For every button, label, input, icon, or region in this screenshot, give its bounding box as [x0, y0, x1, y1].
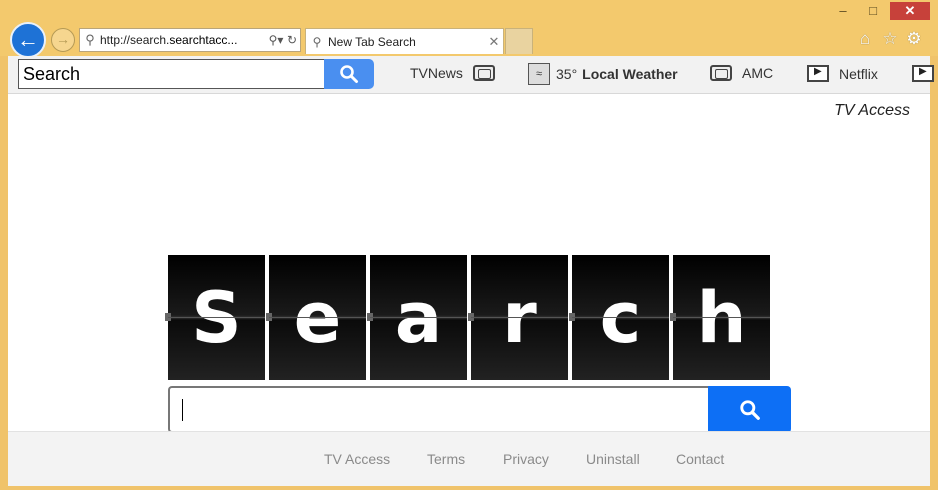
- film-icon: [807, 65, 829, 82]
- close-window-button[interactable]: ✕: [890, 2, 930, 20]
- minimize-button[interactable]: –: [830, 2, 856, 20]
- toolbar-item-tvnews[interactable]: TVNews: [410, 65, 495, 81]
- logo-tile: a: [367, 255, 467, 380]
- footer-link-privacy[interactable]: Privacy: [503, 451, 549, 467]
- new-tab-button[interactable]: [505, 28, 533, 54]
- search-icon: [739, 399, 760, 420]
- weather-icon: ≈: [528, 63, 550, 85]
- toolbar-item-overflow[interactable]: [912, 65, 934, 82]
- tab-new-tab-search[interactable]: ⚲ New Tab Search ✕: [305, 28, 504, 54]
- text-caret: [182, 398, 183, 421]
- toolbar-item-local-weather[interactable]: ≈ 35° Local Weather: [528, 63, 678, 85]
- search-icon: [340, 65, 358, 83]
- film-icon: [912, 65, 934, 82]
- main-search-button[interactable]: [708, 386, 791, 433]
- brand-label: TV Access: [834, 102, 910, 119]
- main-search-input[interactable]: [168, 386, 708, 433]
- search-dropdown-icon[interactable]: ⚲▾: [268, 33, 284, 47]
- refresh-icon[interactable]: ↻: [284, 33, 300, 47]
- maximize-button[interactable]: □: [860, 2, 886, 20]
- footer-link-tv-access[interactable]: TV Access: [324, 451, 390, 467]
- weather-label: Local Weather: [582, 66, 678, 82]
- logo-tile: S: [165, 255, 265, 380]
- toolbar-item-netflix[interactable]: Netflix: [807, 65, 878, 82]
- tvnews-label: TVNews: [410, 65, 463, 81]
- page-content: Search TVNews ≈ 35° Local Weather AMC Ne…: [8, 56, 934, 486]
- footer: TV Access Terms Privacy Uninstall Contac…: [8, 431, 930, 486]
- toolbar-item-amc[interactable]: AMC: [710, 65, 773, 81]
- amc-label: AMC: [742, 65, 774, 81]
- home-icon[interactable]: ⌂: [855, 29, 875, 49]
- arrow-left-icon: ←: [17, 27, 39, 52]
- footer-link-terms[interactable]: Terms: [427, 451, 465, 467]
- address-url[interactable]: http://search.searchtacc...: [100, 33, 268, 47]
- tv-icon: [472, 65, 495, 81]
- browser-chrome: – □ ✕ ← → ⚲ http://search.searchtacc... …: [0, 0, 938, 58]
- tv-icon: [710, 65, 732, 81]
- footer-link-uninstall[interactable]: Uninstall: [586, 451, 640, 467]
- star-icon[interactable]: ☆: [880, 29, 900, 49]
- toolbar-search-input[interactable]: Search: [18, 59, 325, 89]
- tab-title: New Tab Search: [328, 34, 416, 49]
- address-bar[interactable]: ⚲ http://search.searchtacc... ⚲▾ ↻: [79, 28, 301, 52]
- extension-toolbar: Search TVNews ≈ 35° Local Weather AMC Ne…: [8, 56, 934, 94]
- footer-link-contact[interactable]: Contact: [676, 451, 724, 467]
- weather-temp: 35°: [556, 66, 578, 82]
- back-button[interactable]: ←: [10, 22, 46, 58]
- search-logo: S e a r c h: [165, 255, 770, 380]
- gear-icon[interactable]: ⚙: [904, 29, 924, 49]
- url-domain: searchtacc...: [169, 33, 238, 47]
- toolbar-search-button[interactable]: [324, 59, 374, 89]
- logo-tile: c: [569, 255, 669, 380]
- logo-tile: e: [266, 255, 366, 380]
- logo-tile: h: [670, 255, 770, 380]
- url-prefix: http://search.: [100, 33, 170, 47]
- search-icon: ⚲: [312, 34, 322, 49]
- forward-button[interactable]: →: [51, 28, 75, 52]
- search-icon: ⚲: [85, 32, 95, 47]
- close-tab-icon[interactable]: ✕: [485, 34, 503, 50]
- netflix-label: Netflix: [839, 65, 878, 82]
- arrow-right-icon: →: [56, 31, 70, 47]
- logo-tile: r: [468, 255, 568, 380]
